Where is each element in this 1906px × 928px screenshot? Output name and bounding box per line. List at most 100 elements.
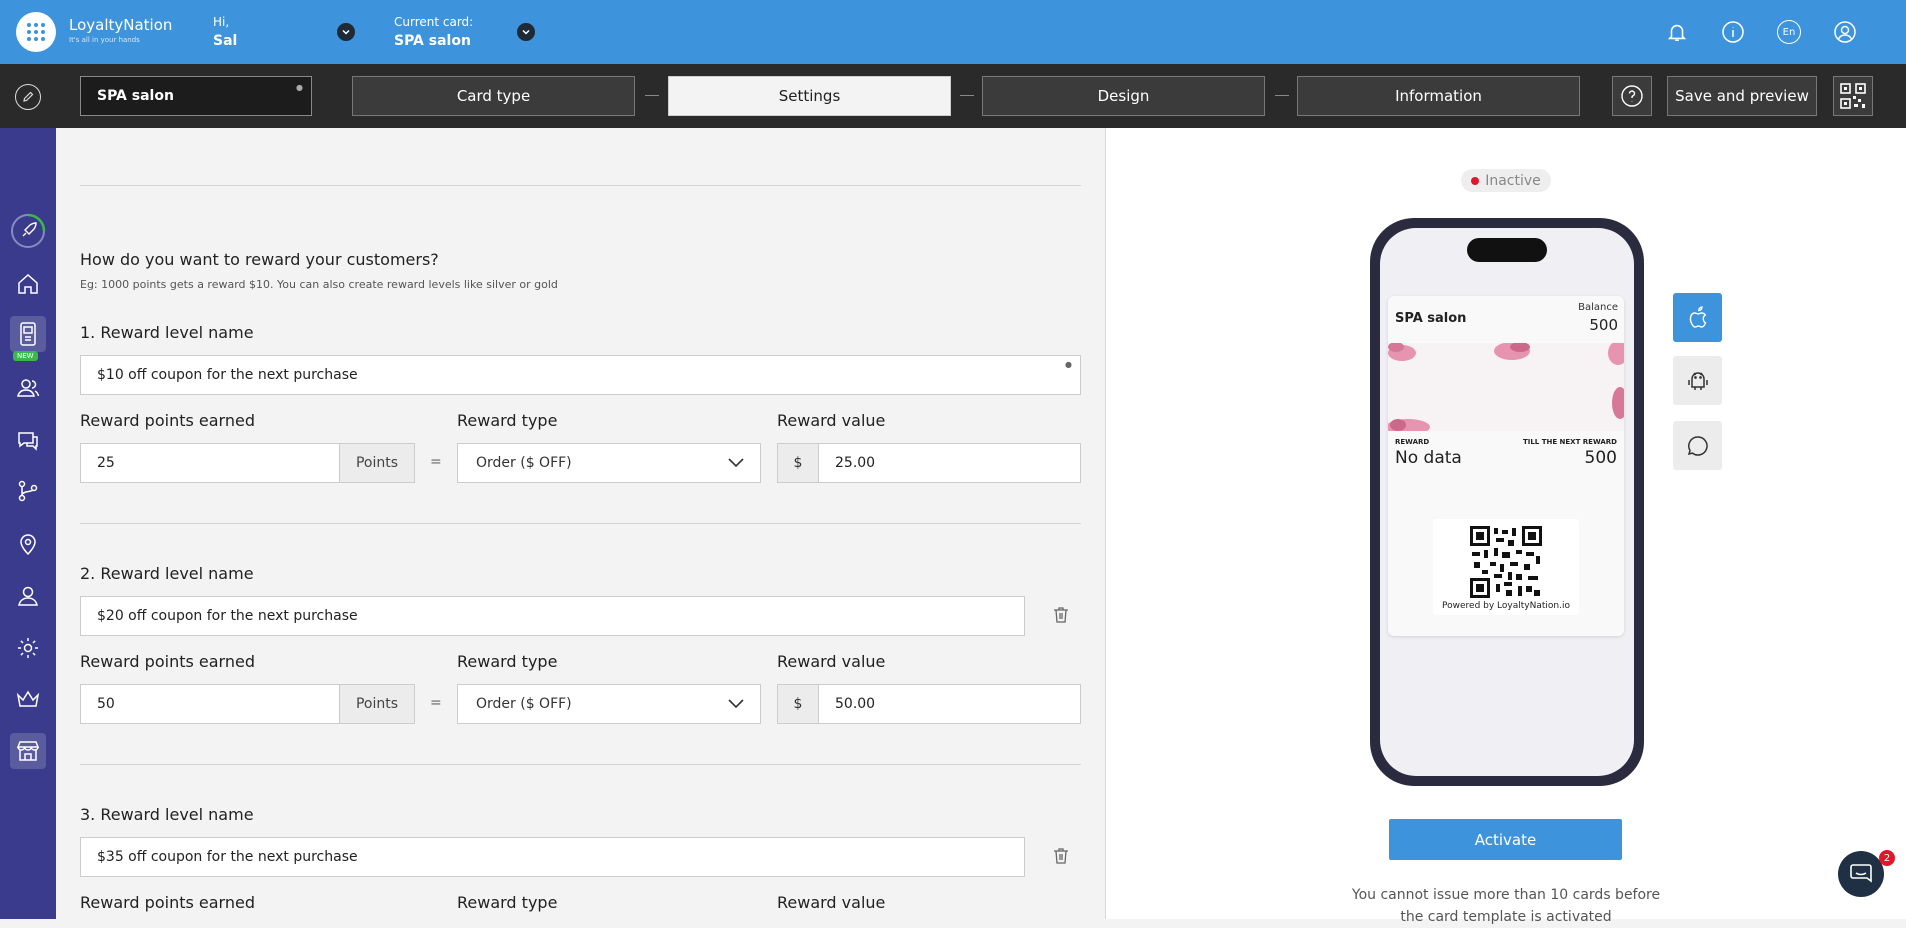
equals-sign: = <box>430 454 442 470</box>
wallet-strip-image <box>1388 343 1624 431</box>
points-unit-addon: Points <box>339 443 415 483</box>
reward-points-label: Reward points earned <box>80 893 255 912</box>
reward-level-1-points-input[interactable]: 25 <box>80 443 340 483</box>
reward-level-2-name-value: $20 off coupon for the next purchase <box>97 608 358 624</box>
app-logo-icon[interactable] <box>16 12 56 52</box>
reward-level-2-points-input[interactable]: 50 <box>80 684 340 724</box>
activation-notice: You cannot issue more than 10 cards befo… <box>1351 887 1661 925</box>
reward-type-label: Reward type <box>457 893 558 912</box>
qr-code-icon <box>1840 83 1866 109</box>
reward-points-label: Reward points earned <box>80 411 255 430</box>
reward-level-2-name-input[interactable]: $20 off coupon for the next purchase <box>80 596 1025 636</box>
user-menu-chevron-icon[interactable] <box>337 23 355 41</box>
nav-store-icon[interactable] <box>10 733 46 769</box>
activate-button[interactable]: Activate <box>1389 819 1622 860</box>
status-dot-icon <box>1471 176 1480 185</box>
step-connector <box>960 95 974 96</box>
user-name: Sal <box>213 33 238 49</box>
card-name-field[interactable]: SPA salon ● <box>80 76 312 116</box>
step-information[interactable]: Information <box>1297 76 1580 116</box>
reward-level-3-name-input[interactable]: $35 off coupon for the next purchase <box>80 837 1025 877</box>
nav-rocket-icon[interactable] <box>10 213 46 249</box>
chat-icon <box>1850 864 1872 883</box>
reward-type-value: Order ($ OFF) <box>476 455 572 471</box>
card-name-value: SPA salon <box>97 88 174 104</box>
brand-name: LoyaltyNation <box>69 16 173 34</box>
step-connector <box>1275 95 1289 96</box>
android-preview-button[interactable] <box>1673 356 1722 405</box>
apple-icon <box>1689 305 1706 328</box>
required-marker: ● <box>296 83 303 92</box>
phone-notch <box>1467 238 1547 262</box>
wallet-reward-value: No data <box>1395 448 1462 468</box>
reward-level-1-type-select[interactable]: Order ($ OFF) <box>457 443 761 483</box>
save-and-preview-button[interactable]: Save and preview <box>1667 76 1817 116</box>
step-design[interactable]: Design <box>982 76 1265 116</box>
current-card-label: Current card: <box>394 15 474 29</box>
notification-bell-icon[interactable] <box>1665 20 1689 44</box>
section-divider <box>80 523 1081 524</box>
section-divider <box>80 185 1081 186</box>
reward-level-1-label: 1. Reward level name <box>80 323 254 342</box>
nav-messages-icon[interactable] <box>10 422 46 458</box>
step-card-type[interactable]: Card type <box>352 76 635 116</box>
nav-crown-icon[interactable] <box>10 681 46 717</box>
current-card-name: SPA salon <box>394 33 471 49</box>
card-switch-chevron-icon[interactable] <box>517 23 535 41</box>
chat-bubble-icon <box>1687 435 1708 456</box>
wallet-card-name: SPA salon <box>1395 311 1467 326</box>
powered-by-text: Powered by LoyaltyNation.io <box>1442 601 1570 611</box>
delete-trash-icon[interactable] <box>1052 606 1070 624</box>
delete-trash-icon[interactable] <box>1052 847 1070 865</box>
reward-level-1-value-input[interactable]: 25.00 <box>818 443 1081 483</box>
reward-level-2-type-select[interactable]: Order ($ OFF) <box>457 684 761 724</box>
reward-type-label: Reward type <box>457 411 558 430</box>
language-switcher[interactable]: En <box>1777 20 1801 44</box>
step-settings[interactable]: Settings <box>668 76 951 116</box>
nav-cards-icon[interactable] <box>10 316 46 352</box>
status-text: Inactive <box>1485 172 1541 189</box>
wallet-next-reward-value: 500 <box>1584 448 1617 468</box>
wallet-next-reward-label: TILL THE NEXT REWARD <box>1522 438 1617 446</box>
points-unit-addon: Points <box>339 684 415 724</box>
reward-level-2-label: 2. Reward level name <box>80 564 254 583</box>
chevron-down-icon <box>728 699 744 709</box>
currency-addon: $ <box>777 443 819 483</box>
wallet-balance-label: Balance <box>1578 302 1618 313</box>
new-badge: NEW <box>13 351 38 361</box>
nav-managers-icon[interactable] <box>10 578 46 614</box>
account-icon[interactable] <box>1833 20 1857 44</box>
reward-type-label: Reward type <box>457 652 558 671</box>
nav-settings-gear-icon[interactable] <box>10 630 46 666</box>
reward-value-label: Reward value <box>777 411 886 430</box>
chat-unread-badge: 2 <box>1879 850 1895 866</box>
nav-locations-icon[interactable] <box>10 526 46 562</box>
nav-automation-icon[interactable] <box>10 473 46 509</box>
qr-code-icon <box>1470 526 1542 598</box>
info-icon[interactable] <box>1721 20 1745 44</box>
status-badge: Inactive <box>1461 169 1551 192</box>
equals-sign: = <box>430 695 442 711</box>
qr-code-button[interactable] <box>1833 76 1873 116</box>
apple-wallet-preview-button[interactable] <box>1673 293 1722 342</box>
android-icon <box>1687 371 1708 390</box>
reward-question-title: How do you want to reward your customers… <box>80 250 439 269</box>
nav-home-icon[interactable] <box>10 266 46 302</box>
edit-pencil-icon[interactable] <box>15 84 41 110</box>
top-bar: LoyaltyNation It's all in your hands Hi,… <box>0 0 1906 64</box>
required-marker: ● <box>1065 360 1072 369</box>
reward-level-2-value-input[interactable]: 50.00 <box>818 684 1081 724</box>
chevron-down-icon <box>728 458 744 468</box>
reward-level-3-label: 3. Reward level name <box>80 805 254 824</box>
support-chat-button[interactable] <box>1838 851 1884 897</box>
step-connector <box>645 95 659 96</box>
greeting: Hi, <box>213 15 230 29</box>
reward-type-value: Order ($ OFF) <box>476 696 572 712</box>
help-button[interactable] <box>1612 76 1652 116</box>
message-preview-button[interactable] <box>1673 421 1722 470</box>
wallet-balance-value: 500 <box>1589 316 1618 334</box>
nav-customers-icon[interactable] <box>10 370 46 406</box>
wallet-reward-label: REWARD <box>1395 438 1430 446</box>
reward-level-1-name-input[interactable]: $10 off coupon for the next purchase ● <box>80 355 1081 395</box>
section-divider <box>80 764 1081 765</box>
